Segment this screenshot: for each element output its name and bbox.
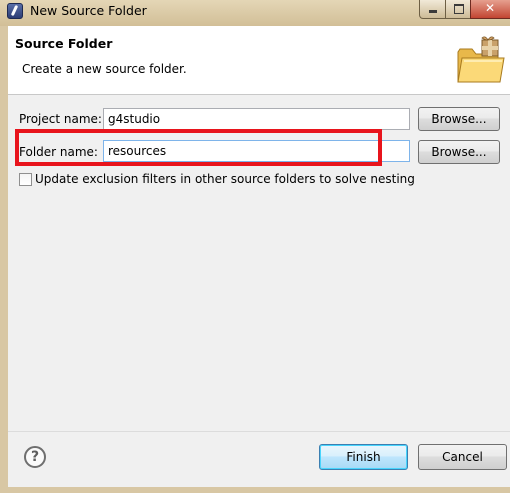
- wizard-body: Project name: Browse... Folder name: Bro…: [8, 95, 510, 431]
- window-bottom-border: [0, 487, 510, 493]
- cancel-button[interactable]: Cancel: [418, 444, 507, 470]
- title-bar[interactable]: New Source Folder: [0, 0, 510, 26]
- wizard-header: Source Folder Create a new source folder…: [8, 26, 510, 95]
- finish-button[interactable]: Finish: [319, 444, 408, 470]
- new-source-folder-dialog: New Source Folder Source Folder Create a…: [0, 0, 510, 493]
- minimize-button[interactable]: [419, 0, 446, 19]
- update-exclusion-checkbox[interactable]: [19, 173, 32, 186]
- page-title: Source Folder: [15, 36, 113, 51]
- folder-name-field[interactable]: [103, 140, 410, 162]
- window-title: New Source Folder: [30, 3, 147, 18]
- wizard-footer: ? Finish Cancel: [8, 431, 510, 488]
- update-exclusion-label[interactable]: Update exclusion filters in other source…: [35, 172, 415, 186]
- project-name-field[interactable]: [103, 108, 410, 130]
- folder-package-icon: [457, 36, 505, 83]
- project-browse-button[interactable]: Browse...: [418, 107, 500, 131]
- project-name-label: Project name:: [19, 112, 102, 126]
- folder-browse-button[interactable]: Browse...: [418, 140, 500, 164]
- eclipse-app-icon: [7, 3, 23, 19]
- help-icon[interactable]: ?: [24, 446, 46, 468]
- folder-name-label: Folder name:: [19, 145, 98, 159]
- page-description: Create a new source folder.: [22, 62, 187, 76]
- close-button[interactable]: [470, 0, 510, 19]
- maximize-button[interactable]: [445, 0, 471, 19]
